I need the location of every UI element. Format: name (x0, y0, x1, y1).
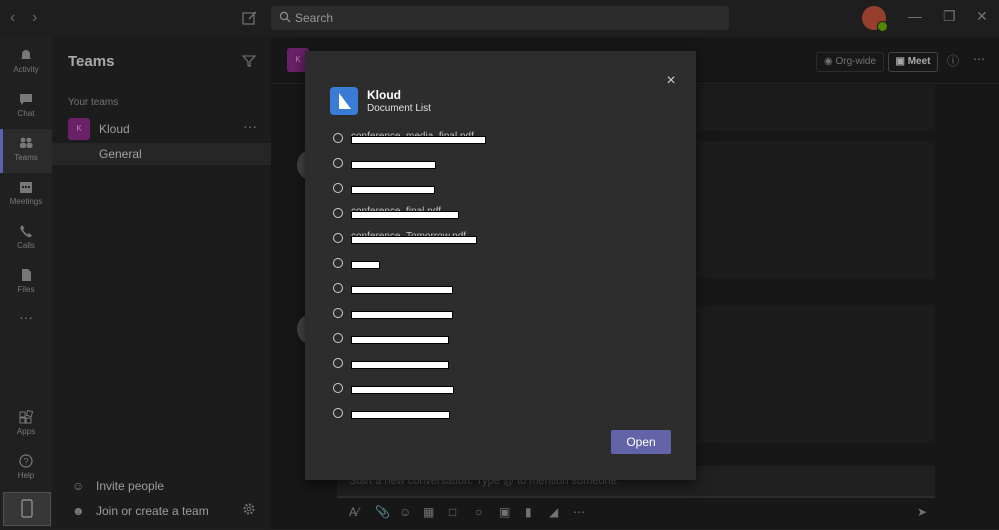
radio-button[interactable] (333, 358, 343, 368)
open-button[interactable]: Open (611, 430, 671, 454)
document-item[interactable] (333, 356, 673, 376)
redaction-bar (351, 211, 459, 219)
document-item[interactable]: conference_media_final.pdf (333, 131, 673, 151)
radio-button[interactable] (333, 258, 343, 268)
app-subtitle: Document List (367, 103, 431, 114)
redaction-bar (351, 411, 450, 419)
redaction-bar (351, 386, 454, 394)
radio-button[interactable] (333, 308, 343, 318)
redaction-bar (351, 161, 436, 169)
redaction-bar (351, 336, 449, 344)
radio-button[interactable] (333, 383, 343, 393)
document-item[interactable]: conference_final.pdf (333, 206, 673, 226)
app-name: Kloud (367, 88, 401, 102)
document-item[interactable] (333, 181, 673, 201)
document-item[interactable] (333, 281, 673, 301)
radio-button[interactable] (333, 283, 343, 293)
radio-button[interactable] (333, 183, 343, 193)
radio-button[interactable] (333, 233, 343, 243)
redaction-bar (351, 311, 453, 319)
document-item[interactable] (333, 406, 673, 426)
kloud-logo-icon (330, 87, 358, 115)
redaction-bar (351, 136, 486, 144)
document-item[interactable]: conference_Tomorrow.pdf (333, 231, 673, 251)
radio-button[interactable] (333, 333, 343, 343)
document-item[interactable] (333, 381, 673, 401)
radio-button[interactable] (333, 158, 343, 168)
document-item[interactable] (333, 156, 673, 176)
close-icon[interactable]: × (661, 71, 681, 91)
redaction-bar (351, 286, 453, 294)
document-item[interactable] (333, 256, 673, 276)
redaction-bar (351, 361, 449, 369)
radio-button[interactable] (333, 408, 343, 418)
redaction-bar (351, 236, 477, 244)
radio-button[interactable] (333, 208, 343, 218)
document-item[interactable] (333, 331, 673, 351)
document-list-dialog: × Kloud Document List conference_media_f… (305, 51, 696, 480)
redaction-bar (351, 261, 380, 269)
redaction-bar (351, 186, 435, 194)
radio-button[interactable] (333, 133, 343, 143)
document-item[interactable] (333, 306, 673, 326)
